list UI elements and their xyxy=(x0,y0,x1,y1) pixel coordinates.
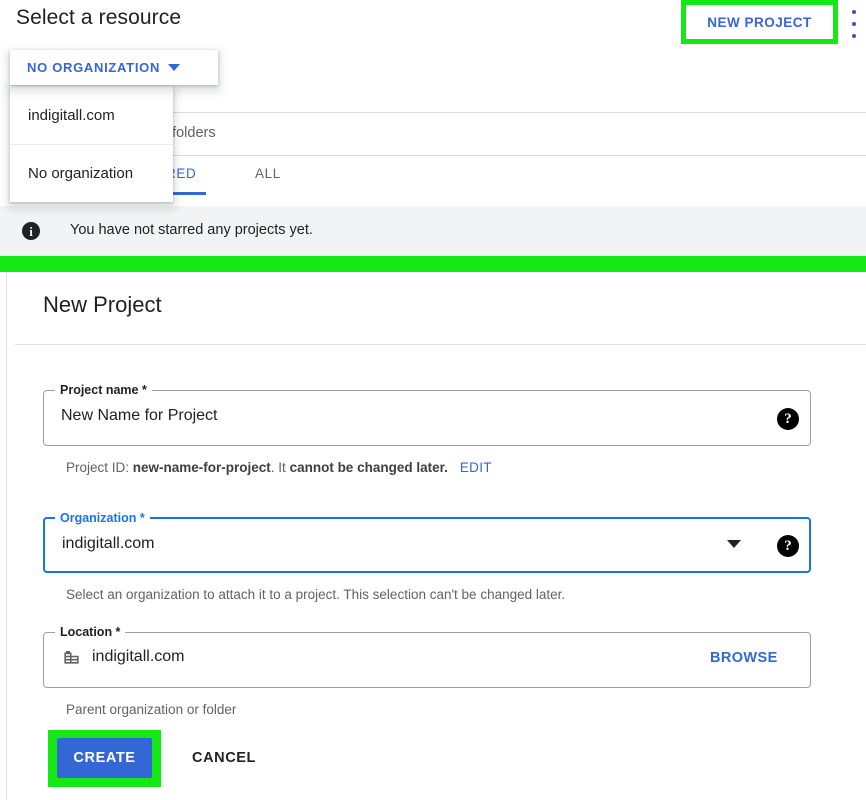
organization-scope-dropdown[interactable]: NO ORGANIZATION xyxy=(10,50,218,85)
project-id-cannot-change-text: cannot be changed later. xyxy=(289,460,448,475)
kebab-dot xyxy=(852,34,856,38)
organization-scope-label: NO ORGANIZATION xyxy=(27,60,161,75)
cancel-button[interactable]: CANCEL xyxy=(186,738,286,778)
project-name-label: Project name * xyxy=(55,383,152,397)
info-icon: i xyxy=(22,222,40,240)
project-name-help-icon[interactable]: ? xyxy=(777,408,799,430)
chevron-down-icon[interactable] xyxy=(727,540,741,548)
project-name-field[interactable]: Project name * New Name for Project xyxy=(43,383,811,446)
dialog-divider xyxy=(15,344,866,345)
kebab-dot xyxy=(852,10,856,14)
new-project-dialog: New Project Project name * New Name for … xyxy=(6,272,866,800)
menu-item-label: indigitall.com xyxy=(28,106,115,124)
create-button[interactable]: CREATE xyxy=(57,738,152,778)
chevron-down-icon xyxy=(168,64,181,71)
organization-field[interactable]: Organization * indigitall.com xyxy=(43,511,811,573)
project-id-middle: . It xyxy=(270,460,290,475)
organization-helper-text: Select an organization to attach it to a… xyxy=(66,587,566,602)
location-value: indigitall.com xyxy=(92,648,185,665)
location-label: Location * xyxy=(55,625,126,639)
menu-item-no-organization[interactable]: No organization xyxy=(10,144,173,202)
tab-all[interactable]: ALL xyxy=(255,166,281,181)
separator-highlight-band xyxy=(0,256,866,272)
project-id-helper-text: Project ID: new-name-for-project. It can… xyxy=(66,460,492,475)
project-id-value: new-name-for-project xyxy=(132,460,271,475)
location-helper-text: Parent organization or folder xyxy=(66,702,237,717)
menu-item-label: No organization xyxy=(28,165,134,182)
page-title: Select a resource xyxy=(16,6,182,29)
project-id-edit-link[interactable]: EDIT xyxy=(460,460,492,475)
organization-help-icon[interactable]: ? xyxy=(777,535,799,557)
menu-item-indigitall[interactable]: indigitall.com xyxy=(10,86,173,144)
project-name-value: New Name for Project xyxy=(61,407,218,424)
info-banner-text: You have not starred any projects yet. xyxy=(70,222,313,238)
tab-all-label: ALL xyxy=(255,166,281,181)
organization-value: indigitall.com xyxy=(62,535,155,552)
organization-label: Organization * xyxy=(55,511,150,525)
dialog-title: New Project xyxy=(43,292,162,317)
browse-button[interactable]: BROWSE xyxy=(710,650,778,666)
kebab-dot xyxy=(852,22,856,26)
building-icon xyxy=(64,650,79,664)
more-options-icon[interactable] xyxy=(845,8,863,40)
project-id-prefix: Project ID: xyxy=(66,460,133,475)
organization-scope-menu: indigitall.com No organization xyxy=(10,86,173,202)
new-project-button[interactable]: NEW PROJECT xyxy=(686,5,833,39)
